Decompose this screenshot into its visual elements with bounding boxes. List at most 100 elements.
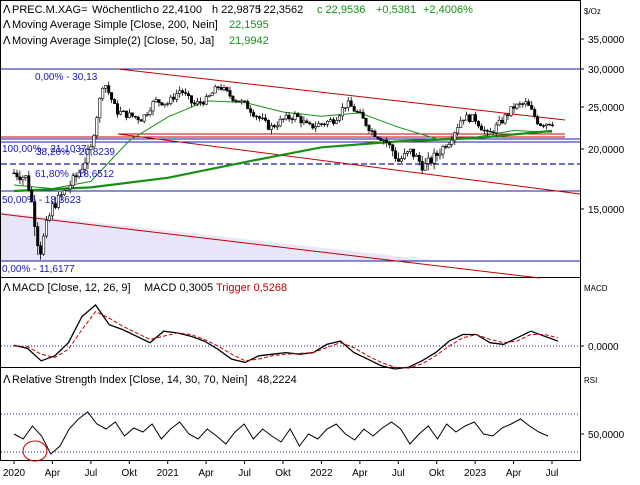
price-candle bbox=[405, 150, 409, 157]
fib-label-50: 50,00% - 18,3623 bbox=[2, 195, 81, 206]
macd-lines bbox=[13, 304, 559, 370]
price-candle bbox=[361, 108, 365, 119]
price-candle bbox=[302, 116, 306, 126]
price-candle bbox=[160, 102, 164, 106]
price-candle bbox=[12, 169, 16, 175]
x-tick-label: Jul bbox=[392, 468, 405, 479]
price-candle bbox=[157, 99, 161, 107]
price-candle bbox=[462, 119, 466, 125]
price-candle bbox=[541, 124, 545, 129]
rsi-value: 48,2224 bbox=[257, 374, 297, 386]
price-candle bbox=[98, 97, 102, 123]
price-candle bbox=[470, 114, 474, 122]
rsi-title: Relative Strength Index [Close, 14, 30, … bbox=[12, 374, 247, 386]
price-candle bbox=[530, 100, 534, 110]
price-candle bbox=[47, 212, 51, 222]
price-candle bbox=[459, 116, 463, 128]
x-tick-label: 2020 bbox=[3, 468, 26, 479]
price-candle bbox=[113, 98, 117, 104]
price-candle bbox=[136, 115, 140, 124]
price-candle bbox=[320, 122, 324, 127]
price-candle bbox=[311, 123, 315, 130]
price-candle bbox=[305, 118, 309, 124]
price-candle bbox=[352, 103, 356, 112]
x-tick-label: Okt bbox=[429, 468, 445, 479]
header-change-pct: +2,4006% bbox=[423, 4, 473, 16]
macd-trigger: Trigger 0,5268 bbox=[216, 282, 287, 294]
price-candle bbox=[175, 89, 179, 103]
price-candle bbox=[210, 91, 214, 96]
price-candle bbox=[411, 148, 415, 160]
price-candle bbox=[500, 116, 504, 125]
rsi-unit: RSI bbox=[584, 376, 597, 385]
price-candle bbox=[539, 123, 543, 127]
price-candle bbox=[240, 98, 244, 105]
x-tick-label: Jul bbox=[546, 468, 559, 479]
rsi-oversold-marker bbox=[22, 440, 48, 462]
price-candle bbox=[249, 105, 253, 117]
price-candle bbox=[104, 85, 108, 93]
price-candle bbox=[479, 123, 483, 131]
price-candle bbox=[465, 111, 469, 121]
price-candle bbox=[358, 108, 362, 114]
price-candle bbox=[166, 101, 170, 107]
price-candle bbox=[399, 155, 403, 163]
price-candle bbox=[346, 97, 350, 112]
price-tick-15: 15,0000 bbox=[588, 205, 625, 216]
ma200-legend-label: Moving Average Simple [Close, 200, Nein] bbox=[12, 19, 218, 31]
fib-label-382: 38,20% - 20,8239 bbox=[36, 147, 115, 158]
price-candle bbox=[423, 158, 427, 171]
chart-window: ᐱ PREC.M.XAG= Wöchentlich o 22,4100 h 22… bbox=[0, 0, 640, 480]
price-candle bbox=[130, 112, 134, 118]
price-candle bbox=[252, 109, 256, 118]
rsi-line bbox=[13, 411, 549, 455]
price-candle bbox=[122, 110, 126, 113]
price-candle bbox=[533, 107, 537, 119]
price-candle bbox=[314, 121, 318, 133]
price-candle bbox=[521, 102, 525, 108]
price-candle bbox=[255, 114, 259, 121]
price-candle bbox=[432, 148, 436, 170]
x-tick-label: Apr bbox=[506, 468, 522, 479]
price-candle bbox=[429, 155, 433, 166]
price-candle bbox=[42, 233, 46, 256]
x-tick-label: Jul bbox=[238, 468, 251, 479]
price-candle bbox=[101, 86, 105, 101]
fib-label-bottom: 0,00% - 11,6177 bbox=[2, 264, 75, 275]
price-candle bbox=[95, 115, 99, 140]
price-candle bbox=[317, 120, 321, 127]
price-candle bbox=[503, 113, 507, 125]
price-candle bbox=[453, 131, 457, 145]
price-candle bbox=[204, 93, 208, 105]
price-candle bbox=[124, 110, 128, 121]
header-close: c 22,9536 bbox=[317, 4, 365, 16]
price-candle bbox=[438, 148, 442, 160]
price-candle bbox=[281, 118, 285, 123]
price-candle bbox=[426, 152, 430, 171]
price-candle bbox=[272, 123, 276, 129]
price-candle bbox=[402, 148, 406, 161]
header-symbol: PREC.M.XAG= bbox=[12, 4, 88, 16]
price-candle bbox=[193, 100, 197, 106]
price-candle bbox=[397, 152, 401, 162]
macd-value: MACD 0,3005 bbox=[144, 282, 213, 294]
price-candle bbox=[260, 113, 264, 121]
price-candle bbox=[323, 122, 327, 127]
price-candle bbox=[68, 180, 72, 194]
ma200-legend-icon: ᐱ bbox=[3, 19, 11, 31]
price-candle bbox=[512, 102, 516, 114]
x-tick-label: Okt bbox=[122, 468, 138, 479]
price-candle bbox=[154, 96, 158, 103]
macd-unit: MACD bbox=[584, 284, 608, 293]
price-candle bbox=[266, 119, 270, 131]
header-high: h 22,9875 bbox=[212, 4, 261, 16]
price-candle bbox=[290, 116, 294, 124]
price-axis-ticks: 35,0000 30,0000 25,0000 20,0000 15,0000 bbox=[580, 35, 625, 216]
price-candle bbox=[190, 95, 194, 108]
price-candle bbox=[527, 99, 531, 106]
price-candle bbox=[234, 98, 238, 104]
price-candle bbox=[435, 150, 439, 162]
macd-title-icon: ᐱ bbox=[3, 282, 11, 294]
price-candle bbox=[476, 120, 480, 129]
fib-label-618: 61,80% - 18,6512 bbox=[35, 169, 114, 180]
